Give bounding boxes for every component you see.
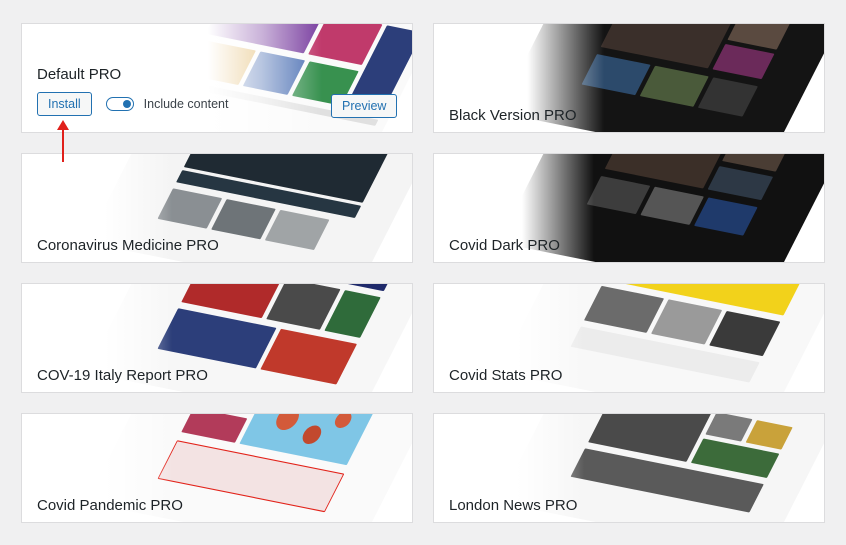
theme-card-coronavirus-medicine-pro[interactable]: Coronavirus Medicine PRO — [21, 153, 413, 263]
include-content-label: Include content — [143, 97, 229, 111]
red-arrow-icon — [57, 120, 69, 162]
theme-title: Default PRO — [37, 66, 122, 83]
theme-grid: Default PRO Install Include content Prev… — [21, 23, 825, 523]
install-button[interactable]: Install — [37, 92, 92, 116]
include-content-toggle[interactable] — [105, 97, 134, 111]
theme-card-black-version-pro[interactable]: Black Version PRO — [433, 23, 825, 133]
theme-title: Covid Stats PRO — [449, 367, 563, 384]
theme-title: Covid Pandemic PRO — [37, 497, 183, 514]
theme-title: Coronavirus Medicine PRO — [37, 237, 219, 254]
theme-actions: Install Include content — [37, 92, 228, 116]
theme-title: London News PRO — [449, 497, 578, 514]
theme-card-cov-19-italy-report-pro[interactable]: COV-19 Italy Report PRO — [21, 283, 413, 393]
preview-button[interactable]: Preview — [331, 94, 398, 118]
theme-card-london-news-pro[interactable]: London News PRO — [433, 413, 825, 523]
theme-card-covid-pandemic-pro[interactable]: Covid Pandemic PRO — [21, 413, 413, 523]
theme-title: Covid Dark PRO — [449, 237, 560, 254]
toggle-knob — [122, 100, 131, 108]
theme-card-covid-dark-pro[interactable]: Covid Dark PRO — [433, 153, 825, 263]
theme-title: Black Version PRO — [449, 107, 577, 124]
theme-card-default-pro[interactable]: Default PRO Install Include content Prev… — [21, 23, 413, 133]
theme-card-covid-stats-pro[interactable]: Covid Stats PRO — [433, 283, 825, 393]
theme-title: COV-19 Italy Report PRO — [37, 367, 208, 384]
